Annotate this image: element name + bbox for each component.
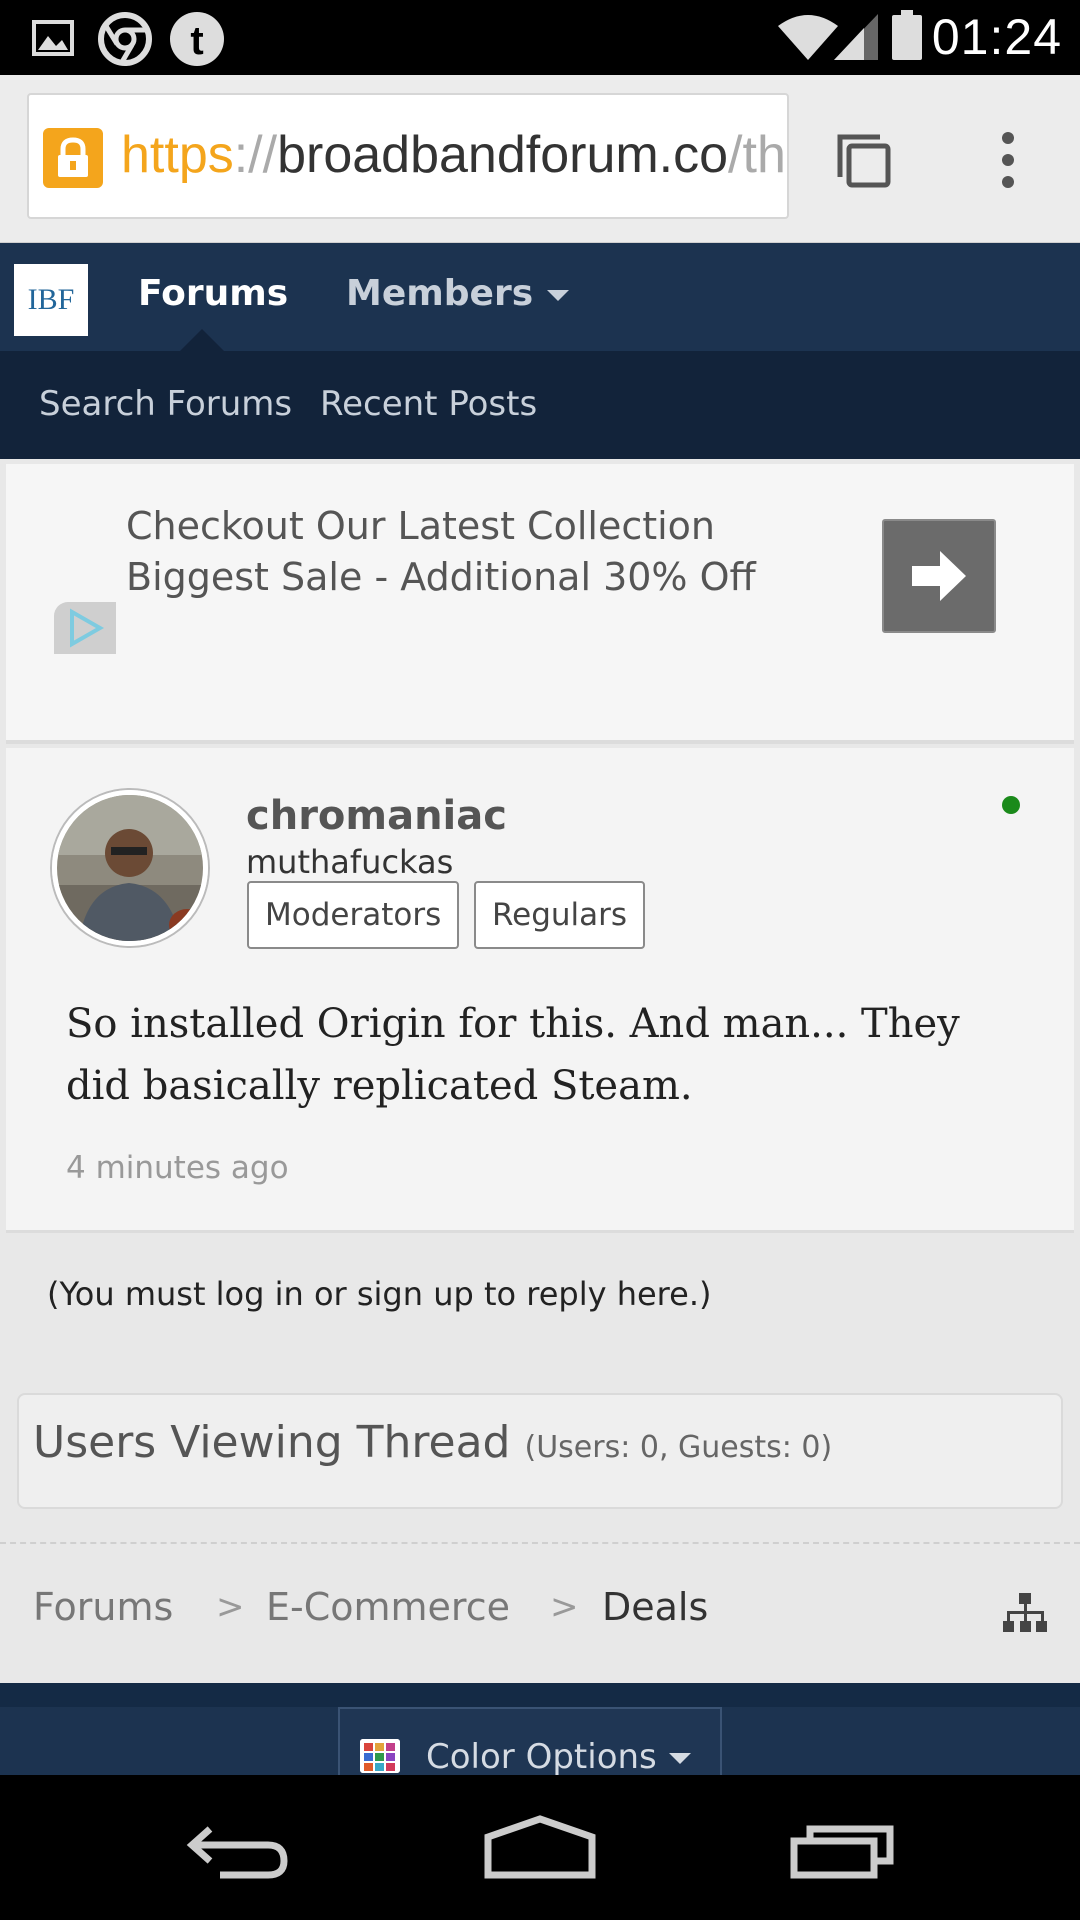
status-bar: t 01:24 [0,0,1080,75]
image-notification-icon [32,20,74,56]
system-nav-bar [0,1775,1080,1920]
search-forums-link[interactable]: Search Forums [39,384,292,424]
clock: 01:24 [931,9,1062,65]
breadcrumb-separator: > [216,1587,245,1627]
tab-forums[interactable]: Forums [138,273,288,314]
avatar[interactable] [52,790,208,946]
overflow-menu-icon[interactable] [990,130,1026,190]
color-options-button[interactable]: Color Options [338,1707,722,1775]
active-tab-pointer [180,329,224,351]
home-icon[interactable] [480,1807,600,1887]
ad-subline[interactable]: Biggest Sale - Additional 30% Off [126,555,756,599]
site-logo[interactable]: IBF [14,264,88,336]
post-timestamp[interactable]: 4 minutes ago [66,1150,289,1186]
ad-banner[interactable]: Checkout Our Latest Collection Biggest S… [6,464,1074,744]
footer: Color Options [0,1683,1080,1775]
url-host: broadbandforum.co [277,126,729,184]
browser-toolbar: https://broadbandforum.co/th [0,75,1080,243]
breadcrumb-ecommerce[interactable]: E-Commerce [266,1585,510,1629]
tumblr-notification-icon: t [170,12,224,66]
regulars-badge: Regulars [474,881,646,949]
ad-choices-icon[interactable] [54,602,116,654]
post: chromaniac muthafuckas Moderators Regula… [6,748,1074,1233]
breadcrumb: Forums > E-Commerce > Deals [0,1543,1080,1653]
tab-members-label: Members [346,273,534,314]
url-path: /th [728,126,786,184]
address-bar[interactable]: https://broadbandforum.co/th [27,93,789,219]
chevron-down-icon [668,1753,691,1764]
sub-nav: Search Forums Recent Posts [0,351,1080,459]
recent-apps-icon[interactable] [780,1807,900,1887]
web-page: IBF Forums Members Search Forums Recent … [0,243,1080,1775]
url-separator: :// [233,126,278,184]
ad-arrow-button[interactable] [882,519,996,633]
url-scheme: https [121,126,234,184]
arrow-right-icon [912,551,966,601]
cell-signal-icon [834,14,878,60]
breadcrumb-forums[interactable]: Forums [33,1585,173,1629]
wifi-icon [778,15,838,60]
online-status-indicator [1002,796,1020,814]
battery-icon [892,10,922,60]
back-icon[interactable] [180,1807,300,1887]
chrome-notification-icon [98,12,152,66]
breadcrumb-separator: > [550,1587,579,1627]
tab-switcher-icon[interactable] [836,133,892,189]
url-text[interactable]: https://broadbandforum.co/th [121,125,786,185]
users-viewing-label: Users Viewing Thread [33,1417,511,1468]
sitemap-icon[interactable] [1003,1593,1047,1633]
lock-icon[interactable] [43,128,103,188]
chevron-down-icon [547,289,570,301]
tab-members[interactable]: Members [346,273,570,314]
users-viewing-counts: (Users: 0, Guests: 0) [524,1430,833,1465]
site-nav: IBF Forums Members [0,243,1080,351]
moderators-badge: Moderators [247,881,460,949]
username[interactable]: chromaniac [246,793,507,839]
users-viewing-thread: Users Viewing Thread (Users: 0, Guests: … [17,1393,1063,1509]
tab-forums-label: Forums [138,273,289,314]
palette-icon [360,1739,400,1773]
ad-headline[interactable]: Checkout Our Latest Collection [126,504,715,548]
color-options-text: Color Options [426,1737,657,1775]
breadcrumb-deals[interactable]: Deals [602,1585,708,1629]
post-message: So installed Origin for this. And man...… [66,1001,960,1109]
recent-posts-link[interactable]: Recent Posts [320,384,537,424]
svg-text:t: t [190,19,203,63]
color-options-label: Color Options [426,1737,691,1775]
user-title: muthafuckas [246,843,454,881]
users-viewing-title: Users Viewing Thread (Users: 0, Guests: … [33,1417,832,1468]
login-required-note: (You must log in or sign up to reply her… [47,1275,712,1313]
